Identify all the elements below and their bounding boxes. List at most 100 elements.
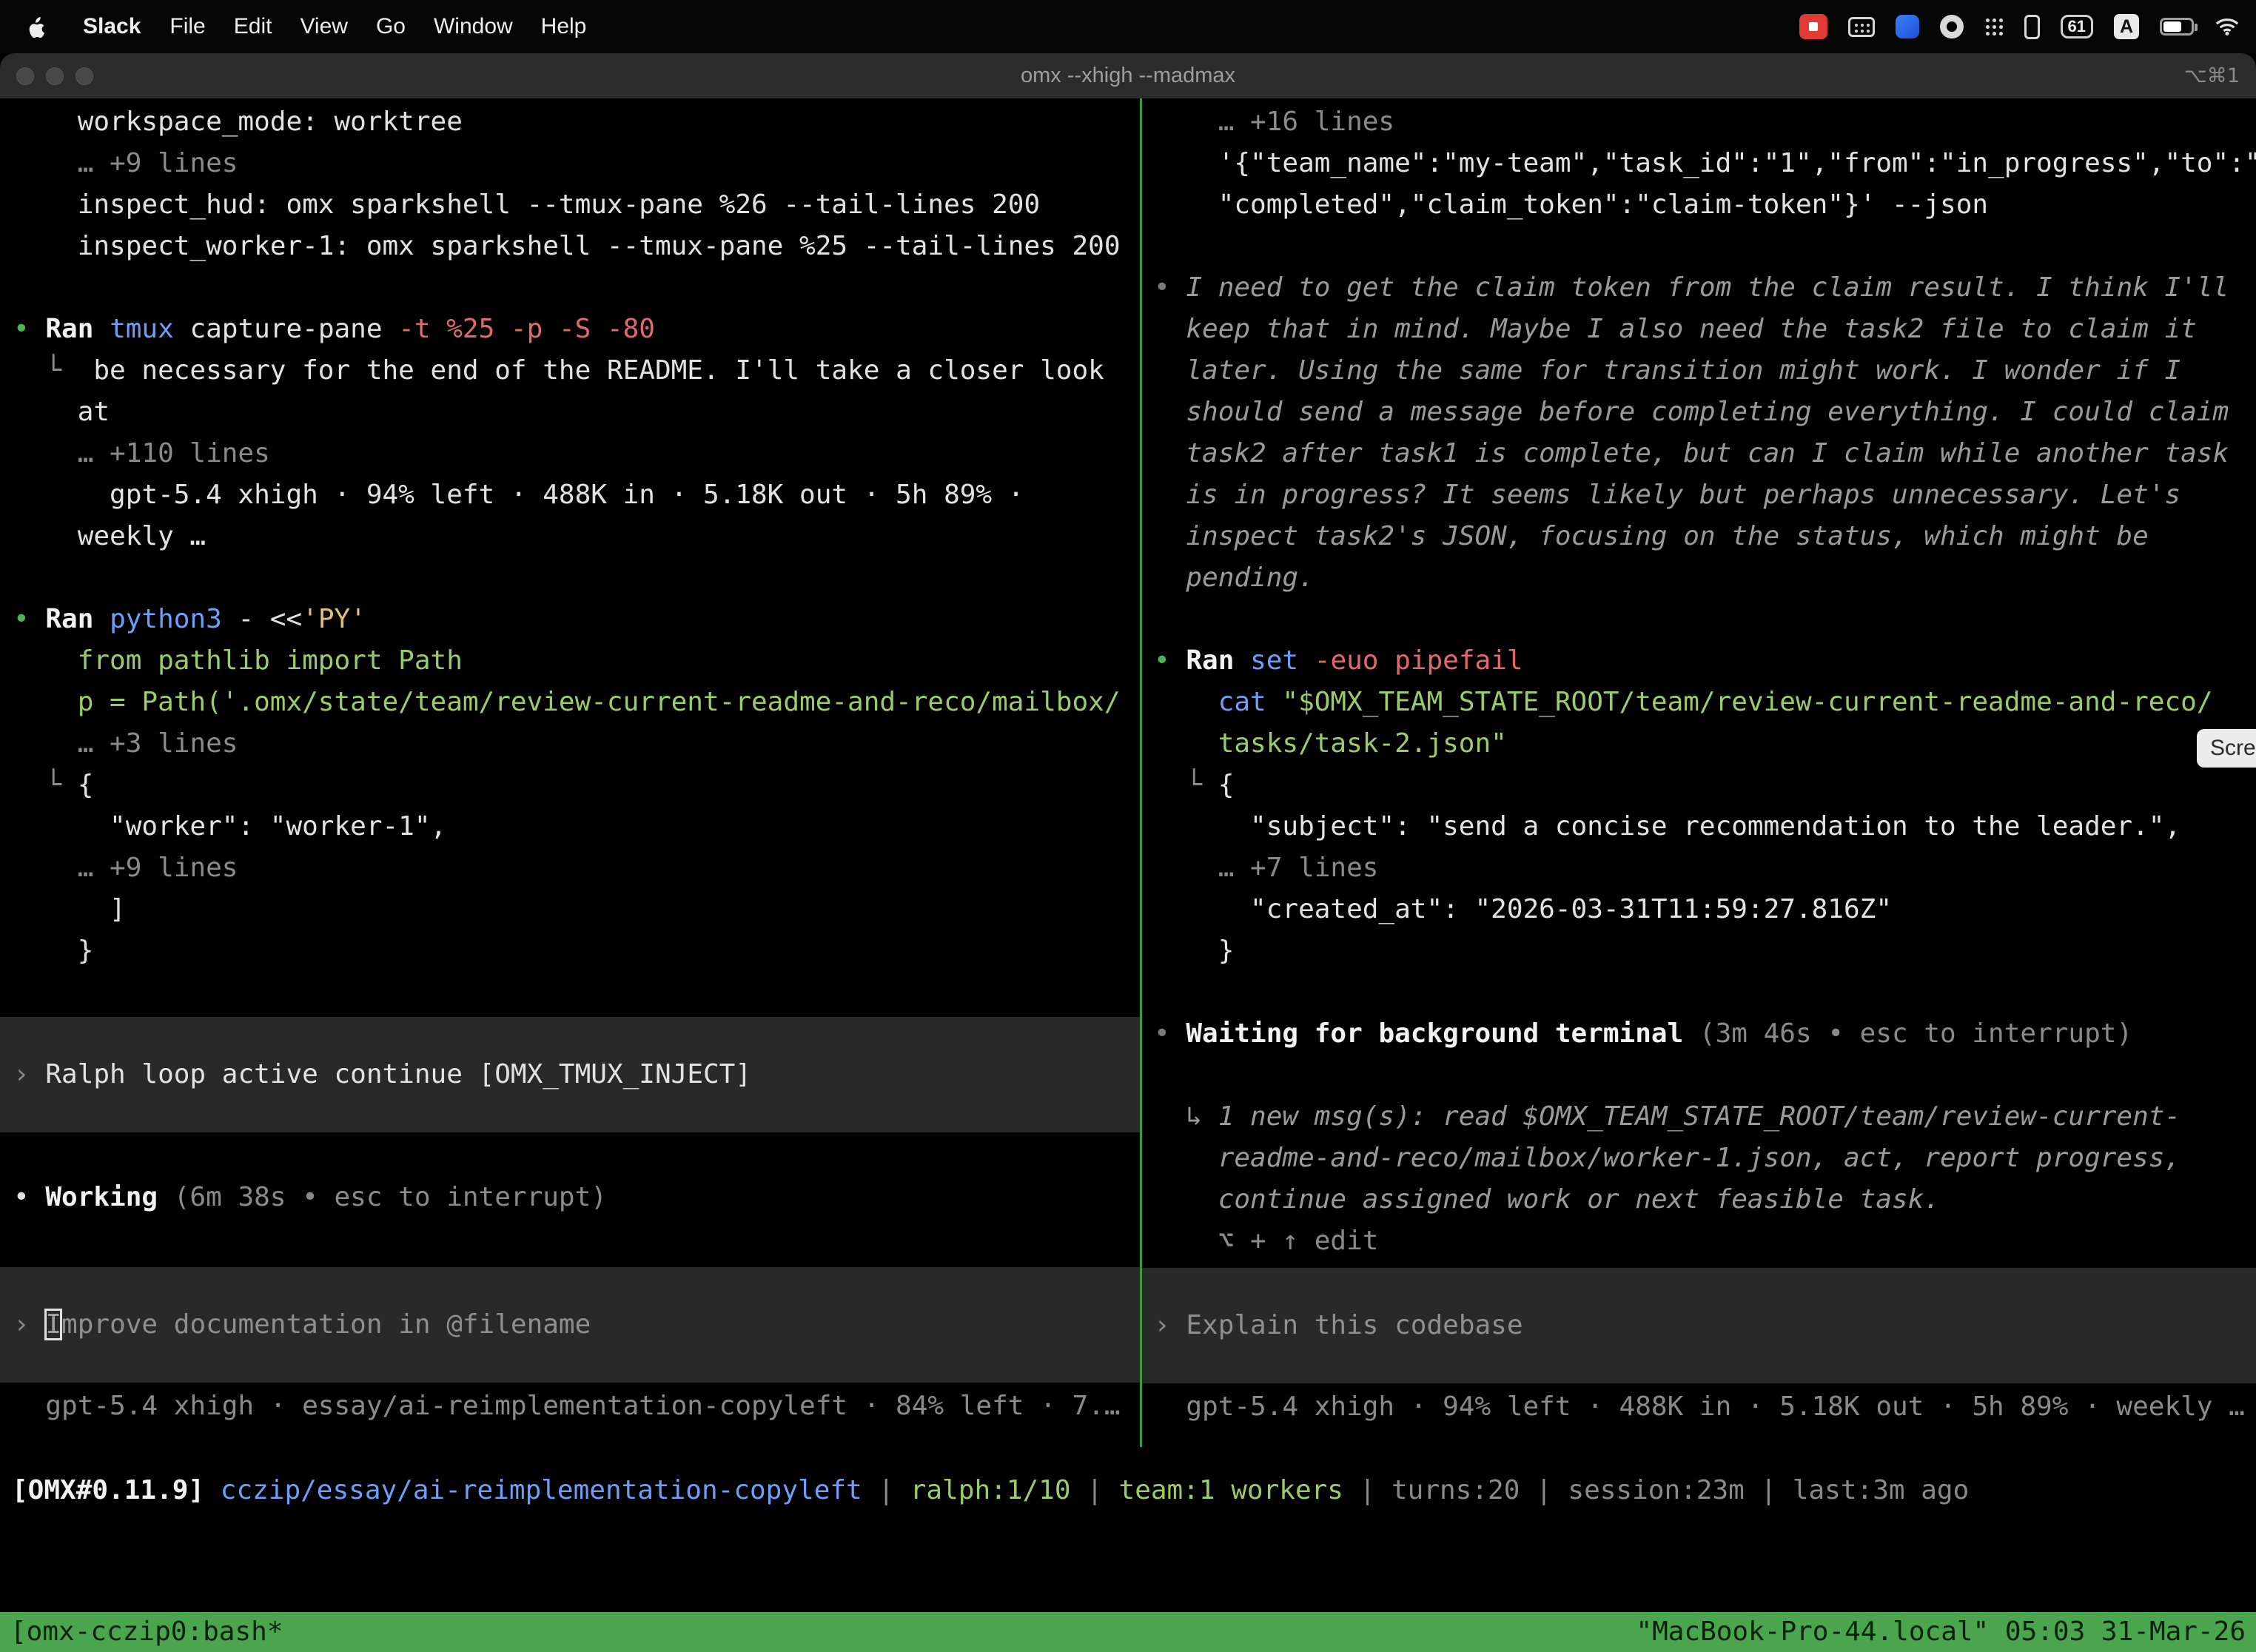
close-button[interactable] <box>16 67 34 85</box>
text-segment: Ran <box>45 604 110 634</box>
text-segment: ↳ 1 new msg(s): read $OMX_TEAM_STATE_ROO… <box>1154 1101 2181 1132</box>
right-terminal-pane[interactable]: … +16 lines '{"team_name":"my-team","tas… <box>1142 98 2256 1447</box>
text-segment: task2 after task1 is complete, but can I… <box>1154 438 2229 469</box>
terminal-line: ⌥ + ↑ edit <box>1142 1220 2256 1262</box>
text-segment: › <box>13 1059 45 1089</box>
text-segment: Ralph loop active continue [OMX_TMUX_INJ… <box>45 1059 751 1089</box>
text-segment: Ran <box>45 314 110 344</box>
app-grid-icon[interactable] <box>1984 17 2004 36</box>
composer-input[interactable]: › Explain this codebase <box>1142 1268 2256 1383</box>
text-segment: "created_at": "2026-03-31T11:59:27.816Z" <box>1154 894 1892 924</box>
spacer <box>1142 1055 2256 1096</box>
text-segment: "subject": "send a concise recommendatio… <box>1154 811 2181 842</box>
terminal-line: task2 after task1 is complete, but can I… <box>1142 433 2256 474</box>
text-segment: { <box>1218 770 1235 800</box>
queued-message[interactable]: › Ralph loop active continue [OMX_TMUX_I… <box>0 1017 1140 1132</box>
text-segment: "$OMX_TEAM_STATE_ROOT/team/review-curren… <box>1266 687 2213 717</box>
terminal-line: └ be necessary for the end of the README… <box>0 350 1140 392</box>
menu-item-window[interactable]: Window <box>420 14 527 39</box>
menu-item-edit[interactable]: Edit <box>220 14 286 39</box>
battery-charging-icon[interactable] <box>2160 18 2194 36</box>
battery-fill <box>2163 21 2181 32</box>
text-segment: └ <box>13 355 93 386</box>
text-segment: set <box>1250 645 1298 676</box>
text-segment: cczip/essay/ai-reimplementation-copyleft <box>221 1475 862 1505</box>
menu-item-go[interactable]: Go <box>362 14 420 39</box>
terminal-line: └ { <box>0 765 1140 806</box>
terminal-line: '{"team_name":"my-team","task_id":"1","f… <box>1142 143 2256 184</box>
text-segment: ralph:1/10 <box>910 1475 1071 1505</box>
terminal-line: … +16 lines <box>1142 101 2256 143</box>
text-segment: from pathlib import Path <box>13 645 463 676</box>
text-cursor: I <box>45 1309 61 1340</box>
left-terminal-pane[interactable]: workspace_mode: worktree … +9 lines insp… <box>0 98 1140 1447</box>
text-segment: capture-pane <box>174 314 398 344</box>
text-segment: … +3 lines <box>13 728 238 759</box>
terminal-line: ↳ 1 new msg(s): read $OMX_TEAM_STATE_ROO… <box>1142 1096 2256 1138</box>
text-segment: gpt-5.4 xhigh · essay/ai-reimplementatio… <box>13 1391 1121 1421</box>
window-title-bar[interactable]: omx --xhigh --madmax ⌥⌘1 <box>0 53 2256 98</box>
text-segment: tmux <box>110 314 174 344</box>
text-segment: • <box>1154 645 1186 676</box>
terminal-line: "completed","claim_token":"claim-token"}… <box>1142 184 2256 226</box>
apple-menu[interactable] <box>27 16 46 38</box>
window-shortcut-hint: ⌥⌘1 <box>2184 64 2240 87</box>
menu-item-file[interactable]: File <box>155 14 219 39</box>
menu-item-help[interactable]: Help <box>527 14 601 39</box>
text-segment: workspace_mode: worktree <box>13 107 463 137</box>
menu-item-slack[interactable]: Slack <box>68 14 155 39</box>
display-mirroring-icon[interactable] <box>2024 15 2040 39</box>
screenshot-notification[interactable]: Scre <box>2197 729 2256 768</box>
terminal-line: p = Path('.omx/state/team/review-current… <box>0 682 1140 723</box>
terminal-line: inspect_hud: omx sparkshell --tmux-pane … <box>0 184 1140 226</box>
terminal-line: tasks/task-2.json" <box>1142 723 2256 765</box>
spacer <box>0 267 1140 309</box>
raycast-icon[interactable] <box>1896 15 1919 38</box>
terminal-line: • Ran python3 - <<'PY' <box>0 599 1140 640</box>
zoom-button[interactable] <box>75 67 93 85</box>
text-segment: | turns:20 | session:23m | last:3m ago <box>1343 1475 1969 1505</box>
screenshot-notification-text: Scre <box>2210 736 2256 760</box>
terminal-line: • Ran tmux capture-pane -t %25 -p -S -80 <box>0 309 1140 350</box>
text-segment: Waiting for background terminal <box>1186 1018 1699 1049</box>
text-segment: } <box>13 936 93 966</box>
terminal-line: … +7 lines <box>1142 847 2256 889</box>
terminal-line: workspace_mode: worktree <box>0 101 1140 143</box>
text-segment: be necessary for the end of the README. … <box>93 355 1104 386</box>
terminal-line: "created_at": "2026-03-31T11:59:27.816Z" <box>1142 889 2256 930</box>
menu-item-view[interactable]: View <box>286 14 361 39</box>
input-source-icon[interactable]: A <box>2114 14 2139 39</box>
text-segment: Explain this codebase <box>1186 1310 1523 1340</box>
text-segment: • <box>13 604 45 634</box>
terminal-line: └ { <box>1142 765 2256 806</box>
text-segment: - << <box>222 604 302 634</box>
spacer <box>1142 599 2256 640</box>
text-segment: continue assigned work or next feasible … <box>1154 1184 1940 1215</box>
terminal-line: gpt-5.4 xhigh · 94% left · 488K in · 5.1… <box>0 474 1140 516</box>
terminal-line: pending. <box>1142 557 2256 599</box>
keyboard-icon[interactable] <box>1848 17 1875 37</box>
text-segment: { <box>78 770 94 800</box>
text-segment: -t %25 -p -S -80 <box>398 314 655 344</box>
minimize-button[interactable] <box>46 67 64 85</box>
menu-bar-left: Slack FileEditViewGoWindowHelp <box>0 14 600 39</box>
wifi-icon[interactable] <box>2215 17 2240 36</box>
text-segment: └ <box>13 770 78 800</box>
window-title: omx --xhigh --madmax <box>1021 64 1235 88</box>
battery-percent-value: 61 <box>2068 17 2086 36</box>
terminal-line: … +110 lines <box>0 433 1140 474</box>
text-segment: └ <box>1154 770 1218 800</box>
tmux-session-label: [omx-cczip0:bash* <box>10 1612 283 1652</box>
menubar-status-icons: 61 A <box>1799 14 2256 39</box>
text-segment: [OMX#0.11.9] <box>12 1475 221 1505</box>
text-segment: › <box>13 1309 45 1340</box>
text-segment: (3m 46s • esc to interrupt) <box>1699 1018 2132 1049</box>
stop-square-icon <box>1809 22 1818 31</box>
composer-input[interactable]: › Improve documentation in @filename <box>0 1267 1140 1383</box>
app-status-icon[interactable] <box>1940 15 1964 38</box>
text-segment: later. Using the same for transition mig… <box>1154 355 2181 386</box>
battery-percentage-icon[interactable]: 61 <box>2061 15 2093 38</box>
text-segment: | <box>1071 1475 1119 1505</box>
screen-recording-stop-icon[interactable] <box>1799 14 1827 39</box>
terminal-line: "subject": "send a concise recommendatio… <box>1142 806 2256 847</box>
